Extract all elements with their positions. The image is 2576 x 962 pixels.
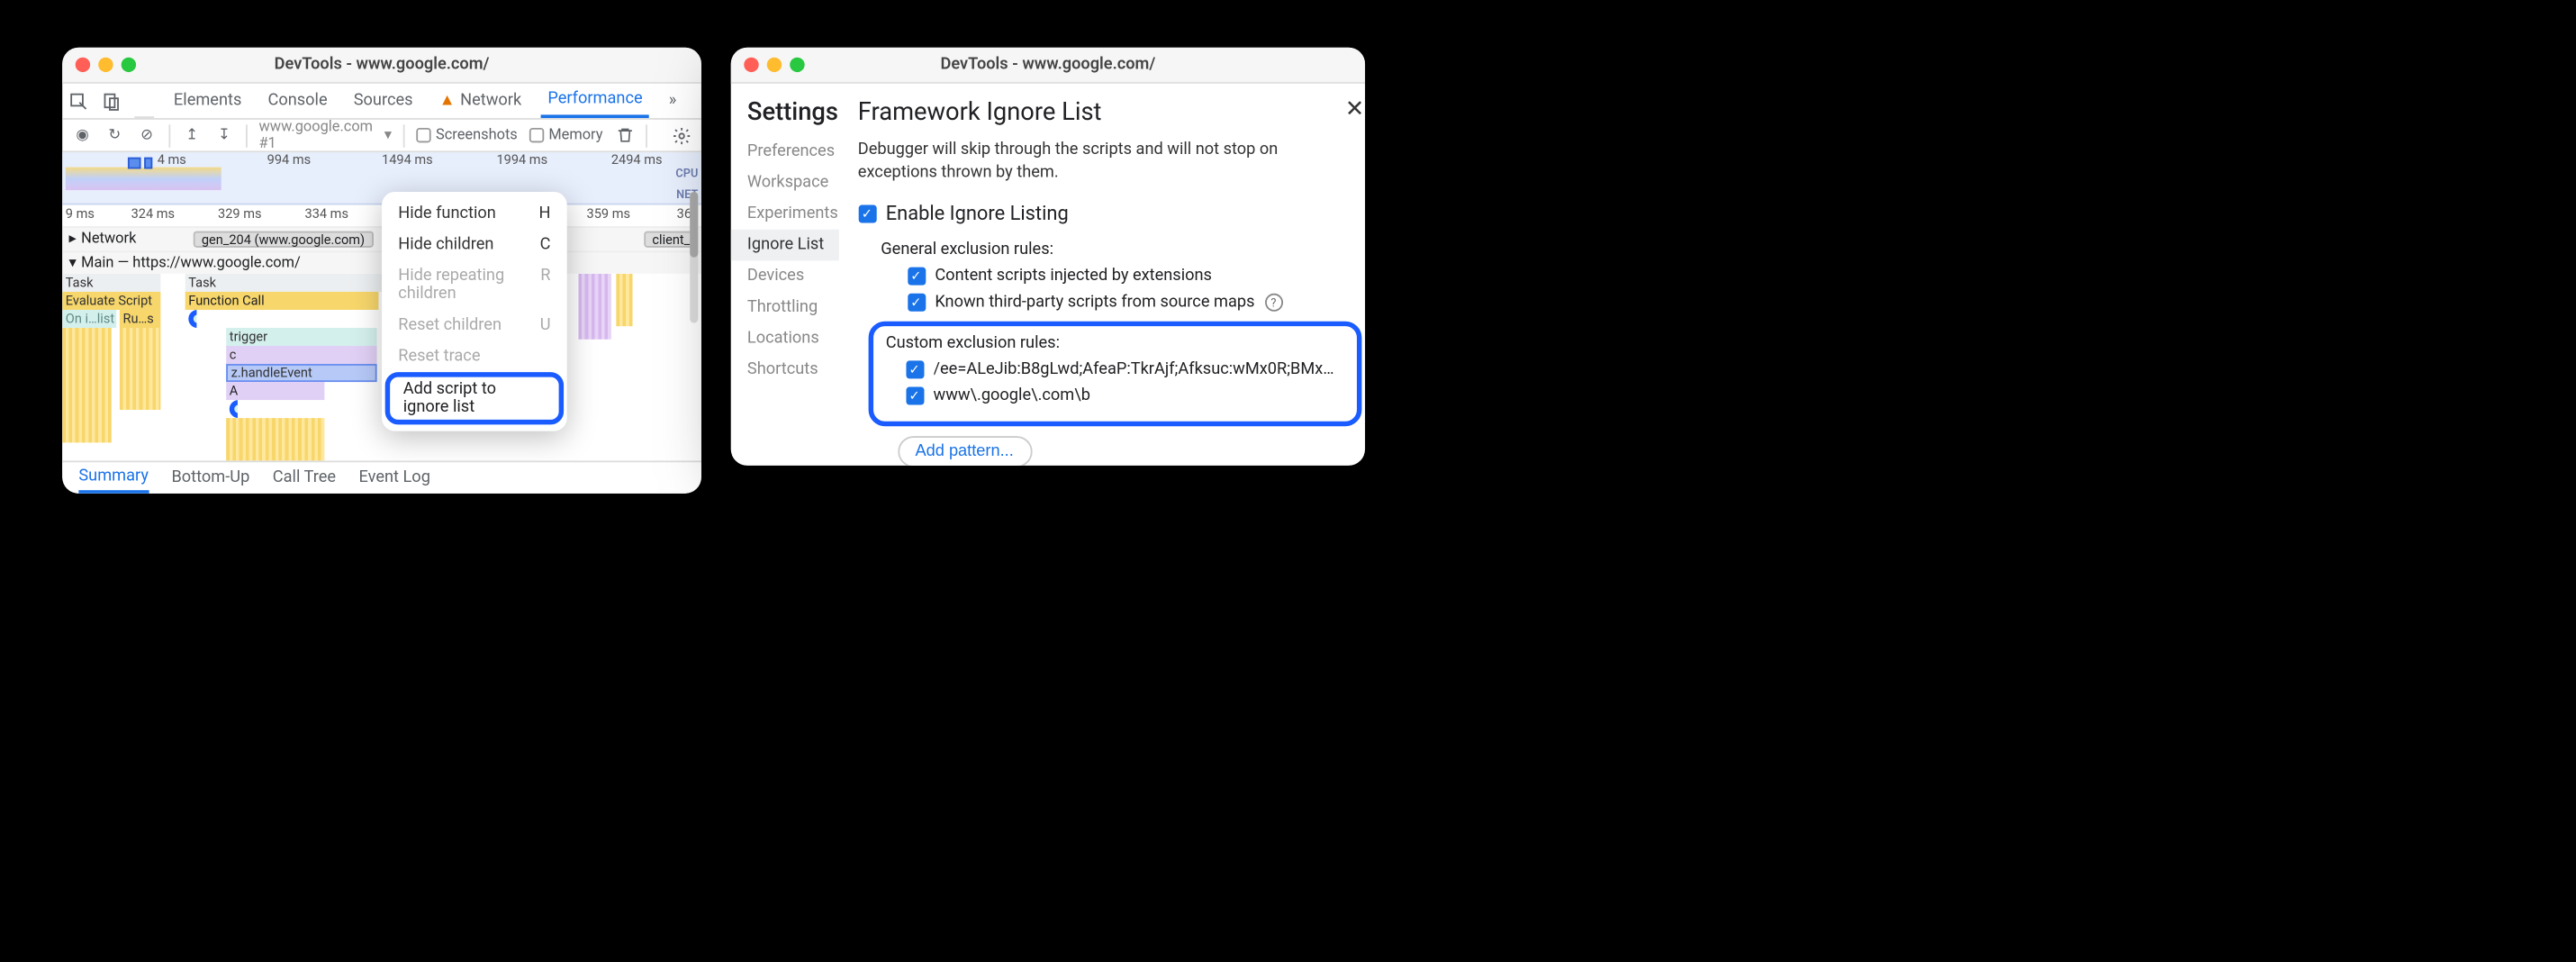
nav-workspace[interactable]: Workspace xyxy=(747,168,838,199)
record-icon[interactable]: ◉ xyxy=(72,123,93,146)
window-title: DevTools - www.google.com/ xyxy=(62,56,701,74)
checkbox-icon: ✓ xyxy=(858,204,876,222)
more-tabs-icon[interactable]: » xyxy=(662,84,682,118)
warning-icon: ▲ xyxy=(439,92,456,110)
custom-rule-checkbox[interactable]: ✓ www\.google\.com\b xyxy=(906,387,1343,405)
devtools-performance-window: DevTools - www.google.com/ Elements Cons… xyxy=(62,48,701,494)
panel-description: Debugger will skip through the scripts a… xyxy=(858,140,1361,186)
tab-call-tree[interactable]: Call Tree xyxy=(273,469,336,487)
flame-trigger[interactable]: trigger xyxy=(226,328,376,346)
flame-stripes[interactable] xyxy=(226,418,324,460)
tab-event-log[interactable]: Event Log xyxy=(359,469,430,487)
flame-stripes[interactable] xyxy=(578,274,610,340)
tab-performance[interactable]: Performance xyxy=(541,84,649,118)
titlebar[interactable]: DevTools - www.google.com/ xyxy=(731,48,1365,84)
highlight-ring: On ignore list xyxy=(226,400,238,418)
checkbox-icon: ✓ xyxy=(907,268,925,286)
checkbox-icon: ✓ xyxy=(906,387,924,405)
checkbox-icon: ✓ xyxy=(907,294,925,312)
flame-handleevent[interactable]: z.handleEvent xyxy=(226,364,376,382)
download-icon[interactable]: ↧ xyxy=(213,123,234,146)
window-title: DevTools - www.google.com/ xyxy=(731,56,1365,74)
panel-tabs: Elements Console Sources ▲Network Perfor… xyxy=(62,84,701,120)
nav-preferences[interactable]: Preferences xyxy=(747,136,838,168)
minimize-window-icon[interactable] xyxy=(98,58,113,72)
nav-shortcuts[interactable]: Shortcuts xyxy=(747,354,838,386)
highlight-ring: On ignore list xyxy=(185,310,197,328)
memory-checkbox[interactable]: Memory xyxy=(529,127,603,143)
settings-panel: ✕ Framework Ignore List Debugger will sk… xyxy=(838,84,1365,466)
trash-icon[interactable] xyxy=(614,123,635,146)
close-window-icon[interactable] xyxy=(76,58,90,72)
flame-ignore[interactable]: On i…list xyxy=(62,310,116,328)
devtools-settings-window: DevTools - www.google.com/ Settings Pref… xyxy=(731,48,1365,466)
cm-reset-trace: Reset trace xyxy=(382,341,567,373)
close-icon[interactable]: ✕ xyxy=(1345,96,1364,123)
custom-rules-highlight: Custom exclusion rules: ✓ /ee=ALeJib:B8g… xyxy=(868,322,1361,426)
flame-a[interactable]: A xyxy=(226,382,324,400)
chevron-right-icon: ▸ xyxy=(68,231,76,248)
close-window-icon[interactable] xyxy=(744,58,758,72)
tab-elements[interactable]: Elements xyxy=(167,84,249,118)
nav-locations[interactable]: Locations xyxy=(747,323,838,355)
perf-toolbar: ◉ ↻ ⊘ ↥ ↧ www.google.com #1 ▾ Screenshot… xyxy=(62,120,701,152)
context-menu: Hide functionH Hide childrenC Hide repea… xyxy=(382,192,567,431)
add-pattern-button[interactable]: Add pattern... xyxy=(897,436,1031,466)
cm-hide-children[interactable]: Hide childrenC xyxy=(382,230,567,261)
custom-rules-header: Custom exclusion rules: xyxy=(886,334,1343,352)
zoom-window-icon[interactable] xyxy=(790,58,804,72)
scrollbar[interactable] xyxy=(690,192,698,323)
settings-title: Settings xyxy=(747,96,838,126)
nav-throttling[interactable]: Throttling xyxy=(747,292,838,323)
timeline-overview[interactable]: 4 ms 994 ms 1494 ms 1994 ms 2494 ms CPU … xyxy=(62,152,701,204)
chevron-down-icon: ▾ xyxy=(384,127,392,143)
upload-icon[interactable]: ↥ xyxy=(182,123,203,146)
minimize-window-icon[interactable] xyxy=(767,58,782,72)
panel-title: Framework Ignore List xyxy=(858,96,1361,126)
enable-ignore-listing-checkbox[interactable]: ✓ Enable Ignore Listing xyxy=(858,202,1361,224)
help-icon[interactable]: ? xyxy=(1264,294,1282,312)
nav-experiments[interactable]: Experiments xyxy=(747,198,838,230)
custom-rule-checkbox[interactable]: ✓ /ee=ALeJib:B8gLwd;AfeaP:TkrAjf;Afksuc:… xyxy=(906,360,1343,378)
flame-bar[interactable]: Ru…s xyxy=(120,310,161,328)
flame-function-call[interactable]: Function Call xyxy=(185,292,379,310)
flame-evaluate[interactable]: Evaluate Script xyxy=(62,292,160,310)
tab-bottom-up[interactable]: Bottom-Up xyxy=(171,469,249,487)
details-tabs: Summary Bottom-Up Call Tree Event Log xyxy=(62,460,701,493)
cm-reset-children: Reset childrenU xyxy=(382,310,567,341)
nav-devices[interactable]: Devices xyxy=(747,260,838,292)
inspect-icon[interactable] xyxy=(68,91,88,111)
tab-network[interactable]: ▲Network xyxy=(432,84,528,118)
network-request-bar[interactable]: gen_204 (www.google.com) xyxy=(194,231,373,248)
tab-sources[interactable]: Sources xyxy=(347,84,419,118)
tab-summary[interactable]: Summary xyxy=(78,462,149,494)
chevron-down-icon: ▾ xyxy=(68,255,76,271)
content-scripts-checkbox[interactable]: ✓ Content scripts injected by extensions xyxy=(907,268,1360,286)
checkbox-icon: ✓ xyxy=(906,360,924,378)
reload-icon[interactable]: ↻ xyxy=(104,123,125,146)
clear-icon[interactable]: ⊘ xyxy=(137,123,158,146)
cm-hide-repeating: Hide repeating childrenR xyxy=(382,260,567,310)
flame-stripes[interactable] xyxy=(120,328,161,410)
page-select[interactable]: www.google.com #1 ▾ xyxy=(258,119,392,151)
general-rules-header: General exclusion rules: xyxy=(881,241,1360,259)
screenshots-checkbox[interactable]: Screenshots xyxy=(416,127,518,143)
third-party-scripts-checkbox[interactable]: ✓ Known third-party scripts from source … xyxy=(907,294,1360,312)
cm-add-ignore-list[interactable]: Add script to ignore list xyxy=(385,372,564,424)
gear-icon[interactable] xyxy=(671,123,691,146)
titlebar[interactable]: DevTools - www.google.com/ xyxy=(62,48,701,84)
device-toggle-icon[interactable] xyxy=(102,91,122,111)
settings-nav: Settings Preferences Workspace Experimen… xyxy=(731,84,838,466)
zoom-window-icon[interactable] xyxy=(122,58,136,72)
flame-stripes[interactable] xyxy=(616,274,632,326)
cm-hide-function[interactable]: Hide functionH xyxy=(382,198,567,230)
flame-c[interactable]: c xyxy=(226,346,376,364)
flame-task[interactable]: Task xyxy=(62,274,160,292)
flame-stripes[interactable] xyxy=(62,328,112,442)
tab-console[interactable]: Console xyxy=(261,84,334,118)
nav-ignore-list[interactable]: Ignore List xyxy=(731,230,838,261)
